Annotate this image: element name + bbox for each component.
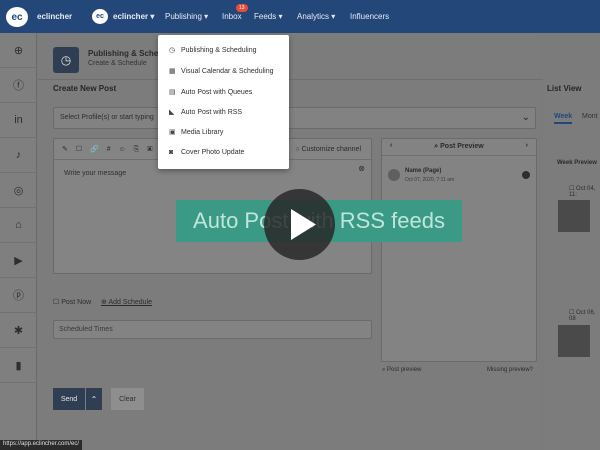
camera-icon: ◙: [169, 149, 174, 156]
chevron-right-icon[interactable]: ›: [526, 142, 528, 149]
customize-channel-toggle[interactable]: ○ Customize channel: [295, 146, 361, 153]
account-logo-icon[interactable]: ec: [92, 9, 108, 24]
menu-item-publishing-scheduling[interactable]: ◷ Publishing & Scheduling: [169, 46, 257, 55]
list-view-heading: List View: [547, 84, 582, 93]
chevron-up-icon[interactable]: ⌃: [86, 388, 102, 410]
publishing-dropdown: ◷ Publishing & Scheduling ▦ Visual Calenda…: [158, 35, 289, 169]
nav-publishing[interactable]: Publishing ▾: [165, 12, 208, 21]
post-preview-link[interactable]: ⌕ Post preview: [382, 367, 421, 374]
tab-month[interactable]: Mont: [582, 113, 598, 120]
nav-analytics[interactable]: Analytics ▾: [297, 12, 335, 21]
post-preview-panel: ‹ ⌕ Post Preview › Name (Page) Oct 07, 2…: [381, 138, 537, 362]
send-button[interactable]: Send: [53, 388, 85, 410]
clear-button[interactable]: Clear: [111, 388, 144, 410]
menu-item-visual-calendar[interactable]: ▦ Visual Calendar & Scheduling: [169, 67, 274, 76]
nav-influencers[interactable]: Influencers: [350, 12, 389, 21]
nav-inbox[interactable]: Inbox: [222, 12, 242, 21]
message-input[interactable]: Write your message: [64, 170, 126, 177]
menu-item-cover-photo[interactable]: ◙ Cover Photo Update: [169, 149, 244, 156]
yelp-icon[interactable]: ✱: [0, 313, 37, 348]
add-schedule-link[interactable]: ⊕ Add Schedule: [101, 298, 152, 306]
post-thumbnail[interactable]: [558, 200, 590, 232]
menu-item-media-library[interactable]: ▣ Media Library: [169, 128, 223, 137]
rss-icon: ◣: [169, 109, 175, 116]
create-new-post-heading: Create New Post: [53, 84, 117, 93]
list-item-date[interactable]: ☐ Oct 06, 08: [569, 309, 600, 322]
close-icon[interactable]: ⊗: [358, 164, 365, 173]
page-subtitle: Create & Schedule: [88, 60, 147, 67]
play-button[interactable]: [264, 189, 335, 260]
menu-item-auto-post-rss[interactable]: ◣ Auto Post with RSS: [169, 108, 242, 117]
post-now-checkbox[interactable]: ☐ Post Now: [53, 298, 91, 306]
nav-feeds[interactable]: Feeds ▾: [254, 12, 282, 21]
store-icon[interactable]: ⌂: [0, 208, 37, 243]
clock-icon: ◷: [169, 47, 176, 54]
facebook-icon[interactable]: ⓕ: [0, 68, 37, 103]
youtube-icon[interactable]: ▶: [0, 243, 37, 278]
profile-select[interactable]: Select Profile(s) or start typing ⌄: [53, 107, 536, 129]
account-switcher[interactable]: eclincher ▾: [113, 12, 154, 21]
preview-date: Oct 07, 2020, 7:11 am: [405, 177, 455, 183]
media-icon: ▣: [169, 129, 176, 136]
play-icon: [291, 209, 316, 240]
scheduled-times-input[interactable]: Scheduled Times: [53, 320, 372, 339]
menu-item-auto-post-queues[interactable]: ▤ Auto Post with Queues: [169, 88, 252, 97]
queue-icon: ▤: [169, 89, 176, 96]
twitter-icon[interactable]: ♪: [0, 138, 37, 173]
top-navbar: ec eclincher ec eclincher ▾ Publishing ▾…: [0, 0, 600, 33]
status-url: https://app.eclincher.com/ec/: [0, 440, 83, 450]
list-view-panel: [544, 80, 600, 450]
tab-week[interactable]: Week: [554, 113, 573, 124]
chevron-down-icon: ⌄: [521, 112, 530, 123]
week-preview-label: Week Preview: [557, 160, 597, 166]
list-item-date[interactable]: ☐ Oct 04, 11:: [569, 185, 600, 198]
calendar-icon: ▦: [169, 68, 176, 75]
inbox-badge: 13: [236, 4, 248, 12]
missing-preview-link[interactable]: Missing preview?: [487, 367, 533, 373]
avatar: [388, 169, 400, 181]
pinterest-icon[interactable]: ⓟ: [0, 278, 37, 313]
post-thumbnail[interactable]: [558, 325, 590, 357]
eclincher-logo-icon[interactable]: ec: [6, 7, 28, 27]
facebook-icon: [522, 171, 530, 179]
search-icon: ⌕: [434, 143, 439, 150]
linkedin-icon[interactable]: in: [0, 103, 37, 138]
preview-header: ‹ ⌕ Post Preview ›: [382, 139, 536, 156]
instagram-icon[interactable]: ◎: [0, 173, 37, 208]
clock-icon: ◷: [53, 47, 79, 73]
social-rail: ⊕ ⓕ in ♪ ◎ ⌂ ▶ ⓟ ✱ ▮: [0, 33, 37, 450]
chevron-left-icon[interactable]: ‹: [390, 142, 392, 149]
divider: [38, 79, 543, 80]
add-user-icon[interactable]: ⊕: [0, 33, 37, 68]
analytics-icon[interactable]: ▮: [0, 348, 37, 383]
preview-name: Name (Page): [405, 168, 442, 174]
brand-name: eclincher: [37, 12, 73, 21]
